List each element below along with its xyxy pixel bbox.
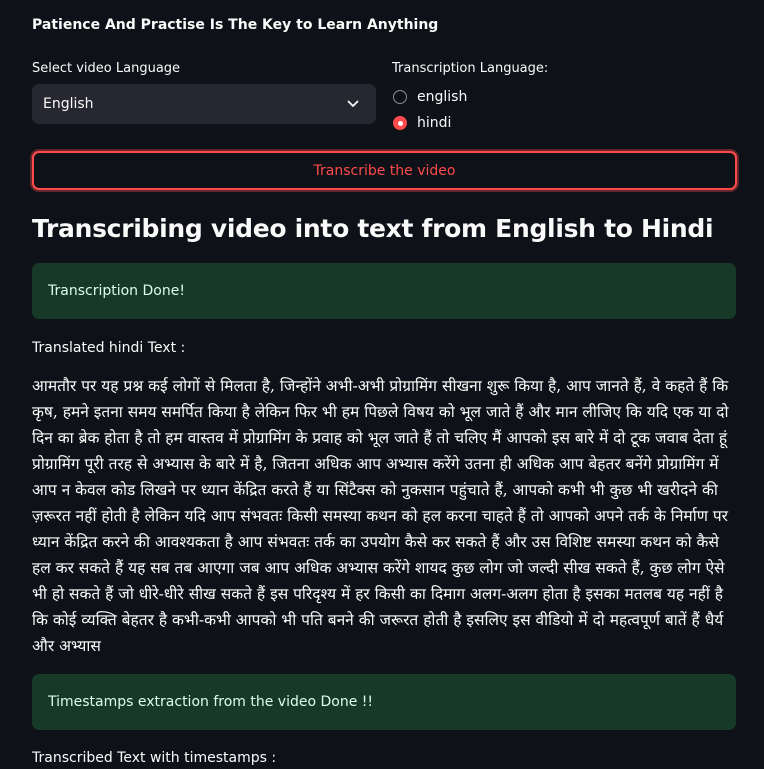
radio-option-label: hindi <box>417 115 452 131</box>
video-language-label: Select video Language <box>32 61 181 76</box>
radio-option-english[interactable]: english <box>393 89 467 105</box>
alert-text: Transcription Done! <box>48 283 185 299</box>
transcription-language-label: Transcription Language: <box>392 61 549 76</box>
section-heading: Transcribing video into text from Englis… <box>32 214 714 243</box>
radio-option-label: english <box>417 89 468 105</box>
page-title: Patience And Practise Is The Key to Lear… <box>32 17 439 33</box>
radio-unchecked-icon[interactable] <box>393 90 407 104</box>
alert-text: Timestamps extraction from the video Don… <box>48 694 373 710</box>
timestamps-label: Transcribed Text with timestamps : <box>32 750 277 766</box>
timestamps-success-alert: Timestamps extraction from the video Don… <box>32 674 736 730</box>
translated-text: आमतौर पर यह प्रश्न कई लोगों से मिलता है,… <box>32 377 729 655</box>
translated-text-label: Translated hindi Text : <box>32 340 186 356</box>
chevron-down-icon <box>347 100 359 107</box>
radio-checked-icon[interactable] <box>393 116 407 130</box>
transcription-success-alert: Transcription Done! <box>32 263 736 319</box>
transcribe-button[interactable]: Transcribe the video <box>32 151 737 190</box>
video-language-value: English <box>43 96 94 112</box>
video-language-select[interactable]: English <box>32 84 376 124</box>
radio-option-hindi[interactable]: hindi <box>393 115 451 131</box>
